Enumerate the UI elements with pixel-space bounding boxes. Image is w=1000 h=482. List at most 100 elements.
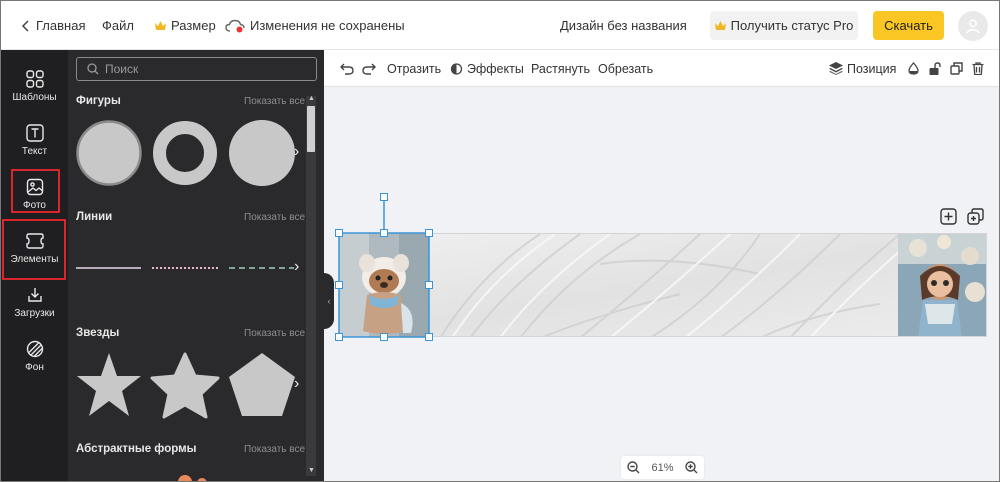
droplet-icon xyxy=(908,62,919,75)
flip-label: Отразить xyxy=(387,61,442,76)
top-bar: Главная Файл Размер Изменения не сохране… xyxy=(1,1,999,50)
zoom-in-icon[interactable] xyxy=(685,461,698,474)
resize-handle-top-right[interactable] xyxy=(425,229,433,237)
section-title-abstract: Абстрактные формы xyxy=(76,443,197,455)
scroll-thumb[interactable] xyxy=(307,106,315,152)
elements-icon xyxy=(25,232,44,249)
stretch-label: Растянуть xyxy=(531,61,591,76)
download-label: Скачать xyxy=(884,18,933,33)
delete-button[interactable] xyxy=(972,50,988,87)
panel-scrollbar[interactable]: ▲ ▼ xyxy=(306,95,316,476)
background-icon xyxy=(26,340,43,357)
rail-item-templates[interactable]: Шаблоны xyxy=(1,60,68,112)
grid-icon xyxy=(25,69,44,88)
position-button[interactable]: Позиция xyxy=(829,50,896,87)
design-name[interactable]: Дизайн без названия xyxy=(560,1,687,50)
zoom-out-icon[interactable] xyxy=(627,461,640,474)
rail-item-background[interactable]: Фон xyxy=(1,330,68,382)
undo-button[interactable] xyxy=(340,50,358,87)
effects-label: Эффекты xyxy=(467,61,524,76)
layers-icon xyxy=(829,62,843,75)
transparency-button[interactable] xyxy=(908,50,923,87)
lock-button[interactable] xyxy=(929,50,946,87)
doll-photo[interactable] xyxy=(898,234,987,337)
scroll-down-icon[interactable]: ▼ xyxy=(308,467,315,474)
file-label: Файл xyxy=(102,18,134,33)
chevron-right-icon[interactable]: › xyxy=(294,258,299,276)
tool-rail: Шаблоны Текст Фото Элементы Загрузки Фон xyxy=(1,50,68,481)
ring-shape[interactable] xyxy=(153,121,217,185)
resize-handle-top[interactable] xyxy=(380,229,388,237)
save-status: Изменения не сохранены xyxy=(225,1,405,50)
section-title-lines: Линии xyxy=(76,211,113,223)
duplicate-icon xyxy=(950,62,963,75)
search-box[interactable] xyxy=(76,57,317,81)
unlock-icon xyxy=(929,62,941,75)
rotate-handle[interactable] xyxy=(380,193,388,201)
rail-label: Фото xyxy=(23,199,46,211)
get-pro-button[interactable]: Получить статус Pro xyxy=(710,11,858,40)
pentagon-shape[interactable] xyxy=(229,353,295,416)
show-all-stars[interactable]: Показать все xyxy=(244,328,305,339)
file-menu[interactable]: Файл xyxy=(102,1,134,50)
resize-handle-bottom[interactable] xyxy=(380,333,388,341)
stretch-button[interactable]: Растянуть xyxy=(531,50,590,87)
app-window: Главная Файл Размер Изменения не сохране… xyxy=(0,0,1000,482)
size-menu[interactable]: Размер xyxy=(155,1,216,50)
resize-handle-left[interactable] xyxy=(335,281,343,289)
upload-icon xyxy=(27,287,42,302)
circle-shape[interactable] xyxy=(76,120,142,186)
resize-handle-bottom-right[interactable] xyxy=(425,333,433,341)
chevron-right-icon[interactable]: › xyxy=(294,143,299,161)
home-link[interactable]: Главная xyxy=(21,1,85,50)
rail-item-elements[interactable]: Элементы xyxy=(1,222,68,274)
home-label: Главная xyxy=(36,18,86,33)
section-title-stars: Звезды xyxy=(76,327,120,339)
show-all-abstract[interactable]: Показать все xyxy=(244,444,305,455)
selected-bear-photo[interactable] xyxy=(339,233,429,337)
effects-button[interactable]: Эффекты xyxy=(450,50,524,87)
rail-item-uploads[interactable]: Загрузки xyxy=(1,276,68,328)
undo-icon xyxy=(340,63,354,75)
crop-button[interactable]: Обрезать xyxy=(598,50,653,87)
unsaved-label: Изменения не сохранены xyxy=(250,18,405,33)
position-label: Позиция xyxy=(847,61,897,76)
chevron-left-icon xyxy=(21,19,29,32)
search-input[interactable] xyxy=(105,62,305,76)
flip-button[interactable]: Отразить xyxy=(387,50,441,87)
zoom-control: 61% xyxy=(621,456,704,479)
section-title-shapes: Фигуры xyxy=(76,95,121,107)
chevron-right-icon[interactable]: › xyxy=(294,375,299,393)
cloud-warning-icon xyxy=(225,19,245,32)
add-page-icon[interactable] xyxy=(940,208,957,225)
duplicate-button[interactable] xyxy=(950,50,967,87)
show-all-lines[interactable]: Показать все xyxy=(244,212,305,223)
resize-handle-right[interactable] xyxy=(425,281,433,289)
design-banner[interactable] xyxy=(339,233,987,337)
duplicate-page-icon[interactable] xyxy=(967,208,984,225)
stars-row xyxy=(77,352,295,419)
avatar[interactable] xyxy=(958,11,988,41)
resize-handle-top-left[interactable] xyxy=(335,229,343,237)
abstract-shapes-preview xyxy=(178,475,207,481)
circle-shape-2[interactable] xyxy=(229,120,295,186)
rail-label: Фон xyxy=(25,361,44,373)
download-button[interactable]: Скачать xyxy=(873,11,944,40)
scroll-up-icon[interactable]: ▲ xyxy=(308,95,315,102)
show-all-shapes[interactable]: Показать все xyxy=(244,96,305,107)
panel-collapse-toggle[interactable]: ‹ xyxy=(324,273,334,329)
star-shape[interactable] xyxy=(77,353,141,416)
search-icon xyxy=(87,63,99,75)
redo-button[interactable] xyxy=(362,50,380,87)
crop-label: Обрезать xyxy=(598,61,654,76)
rounded-star-shape[interactable] xyxy=(150,352,220,419)
lines-row xyxy=(76,267,294,269)
rail-label: Элементы xyxy=(10,253,59,265)
user-icon xyxy=(965,19,981,34)
rail-item-text[interactable]: Текст xyxy=(1,114,68,166)
design-name-label: Дизайн без названия xyxy=(560,18,687,33)
rail-item-photo[interactable]: Фото xyxy=(1,168,68,220)
crown-icon xyxy=(155,21,166,30)
resize-handle-bottom-left[interactable] xyxy=(335,333,343,341)
trash-icon xyxy=(972,62,984,75)
